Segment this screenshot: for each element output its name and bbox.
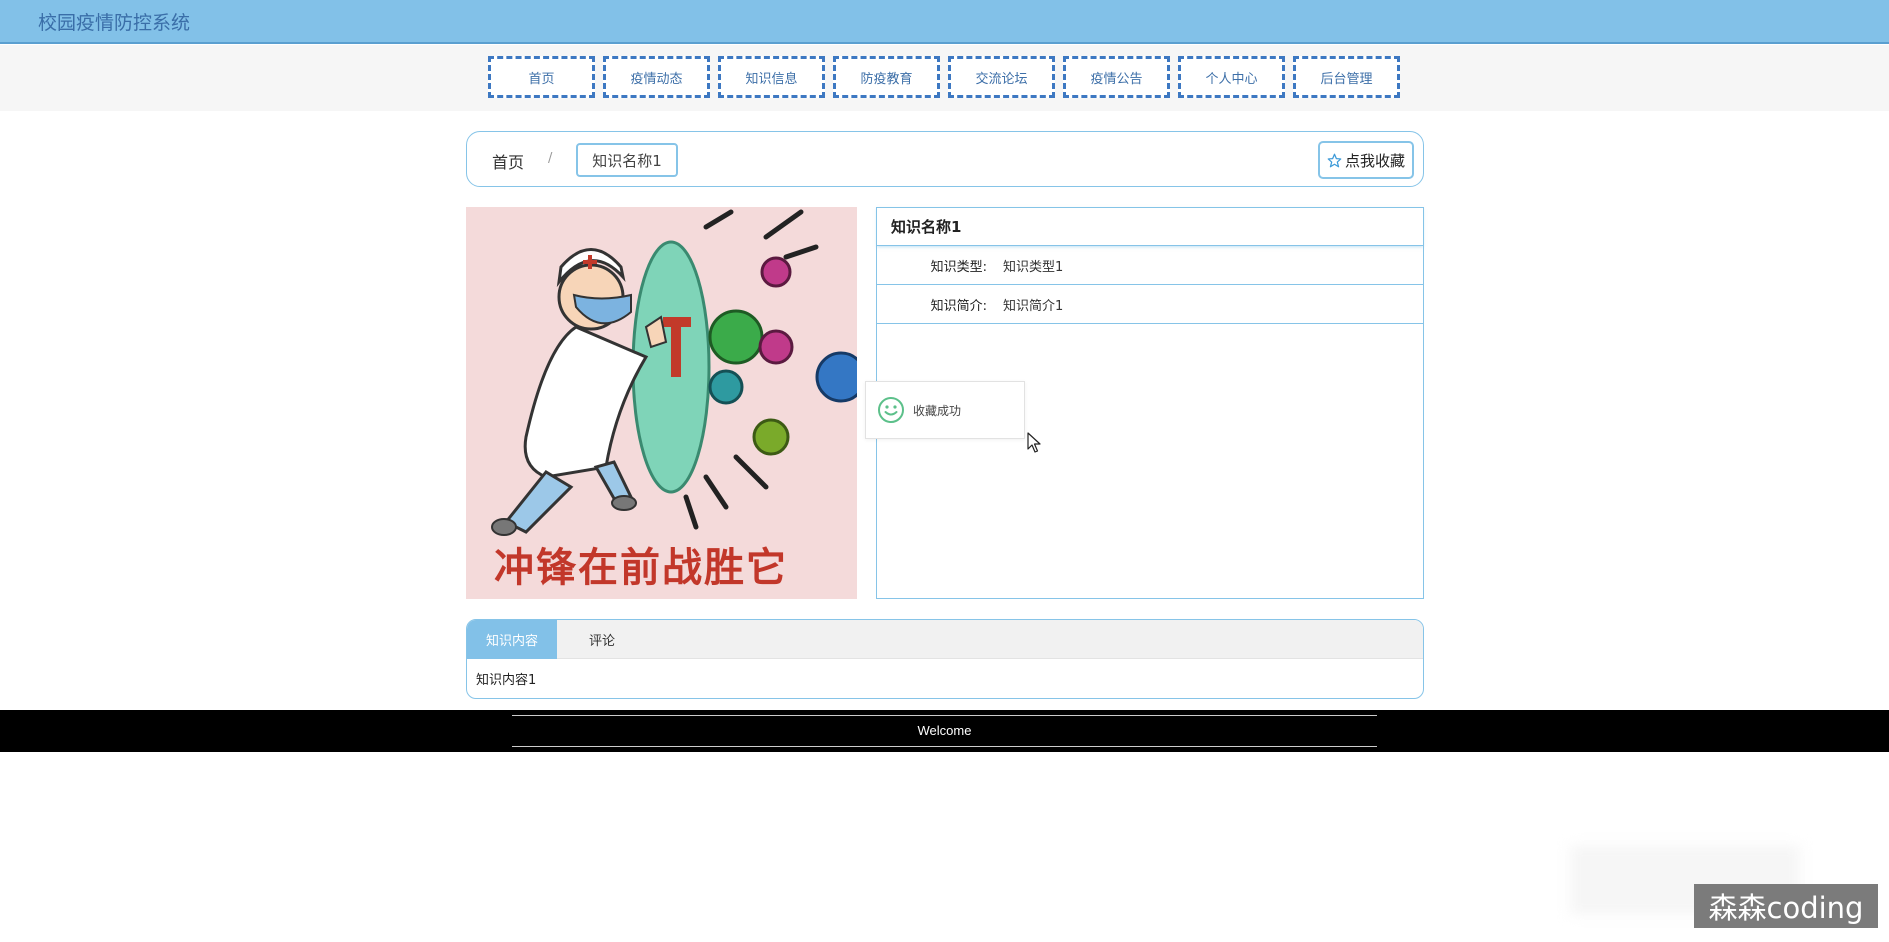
breadcrumb: 首页 / 知识名称1 点我收藏 bbox=[466, 131, 1424, 187]
nav-item-announcements[interactable]: 疫情公告 bbox=[1063, 56, 1170, 98]
nav-item-personal-center[interactable]: 个人中心 bbox=[1178, 56, 1285, 98]
mouse-cursor-icon bbox=[1027, 432, 1041, 453]
star-outline-icon bbox=[1327, 153, 1342, 167]
watermark: 森森coding bbox=[1694, 884, 1878, 928]
knowledge-name: 知识名称1 bbox=[877, 208, 1423, 246]
main-nav: 首页 疫情动态 知识信息 防疫教育 交流论坛 疫情公告 个人中心 后台管理 bbox=[488, 56, 1408, 98]
picture-caption: 冲锋在前战胜它 bbox=[494, 545, 788, 591]
detail-value-intro: 知识简介1 bbox=[1003, 298, 1064, 314]
site-title: 校园疫情防控系统 bbox=[38, 12, 191, 34]
breadcrumb-home[interactable]: 首页 bbox=[492, 149, 524, 173]
footer-welcome: Welcome bbox=[917, 723, 972, 738]
toast-message: 收藏成功 bbox=[913, 403, 962, 418]
detail-row: 知识类型: 知识类型1 bbox=[877, 246, 1423, 285]
detail-label-intro: 知识简介: bbox=[930, 298, 987, 314]
tab-bar: 知识内容 评论 bbox=[467, 620, 1423, 659]
knowledge-picture: 冲锋在前战胜它 bbox=[466, 207, 857, 599]
favorite-button[interactable]: 点我收藏 bbox=[1318, 141, 1414, 179]
detail-row: 知识简介: 知识简介1 bbox=[877, 285, 1423, 324]
footer-divider-top bbox=[512, 715, 1377, 716]
tab-knowledge-content[interactable]: 知识内容 bbox=[467, 620, 557, 659]
breadcrumb-separator: / bbox=[548, 151, 553, 166]
detail-label-type: 知识类型: bbox=[930, 259, 987, 275]
nav-item-home[interactable]: 首页 bbox=[488, 56, 595, 98]
tab-content: 知识内容1 bbox=[476, 673, 537, 688]
nav-item-forum[interactable]: 交流论坛 bbox=[948, 56, 1055, 98]
smile-icon bbox=[878, 397, 904, 423]
nav-item-education[interactable]: 防疫教育 bbox=[833, 56, 940, 98]
nav-item-knowledge[interactable]: 知识信息 bbox=[718, 56, 825, 98]
footer: Welcome bbox=[0, 710, 1889, 752]
nav-item-admin[interactable]: 后台管理 bbox=[1293, 56, 1400, 98]
breadcrumb-current: 知识名称1 bbox=[576, 143, 678, 177]
tab-comments[interactable]: 评论 bbox=[557, 620, 647, 659]
favorite-button-label: 点我收藏 bbox=[1344, 151, 1405, 170]
detail-value-type: 知识类型1 bbox=[1003, 259, 1064, 275]
top-header: 校园疫情防控系统 bbox=[0, 0, 1889, 44]
footer-divider-bottom bbox=[512, 746, 1377, 747]
nav-item-epidemic-news[interactable]: 疫情动态 bbox=[603, 56, 710, 98]
content-tabs: 知识内容 评论 知识内容1 bbox=[466, 619, 1424, 699]
success-toast: 收藏成功 bbox=[865, 381, 1025, 439]
nav-bar: 首页 疫情动态 知识信息 防疫教育 交流论坛 疫情公告 个人中心 后台管理 bbox=[0, 45, 1889, 111]
